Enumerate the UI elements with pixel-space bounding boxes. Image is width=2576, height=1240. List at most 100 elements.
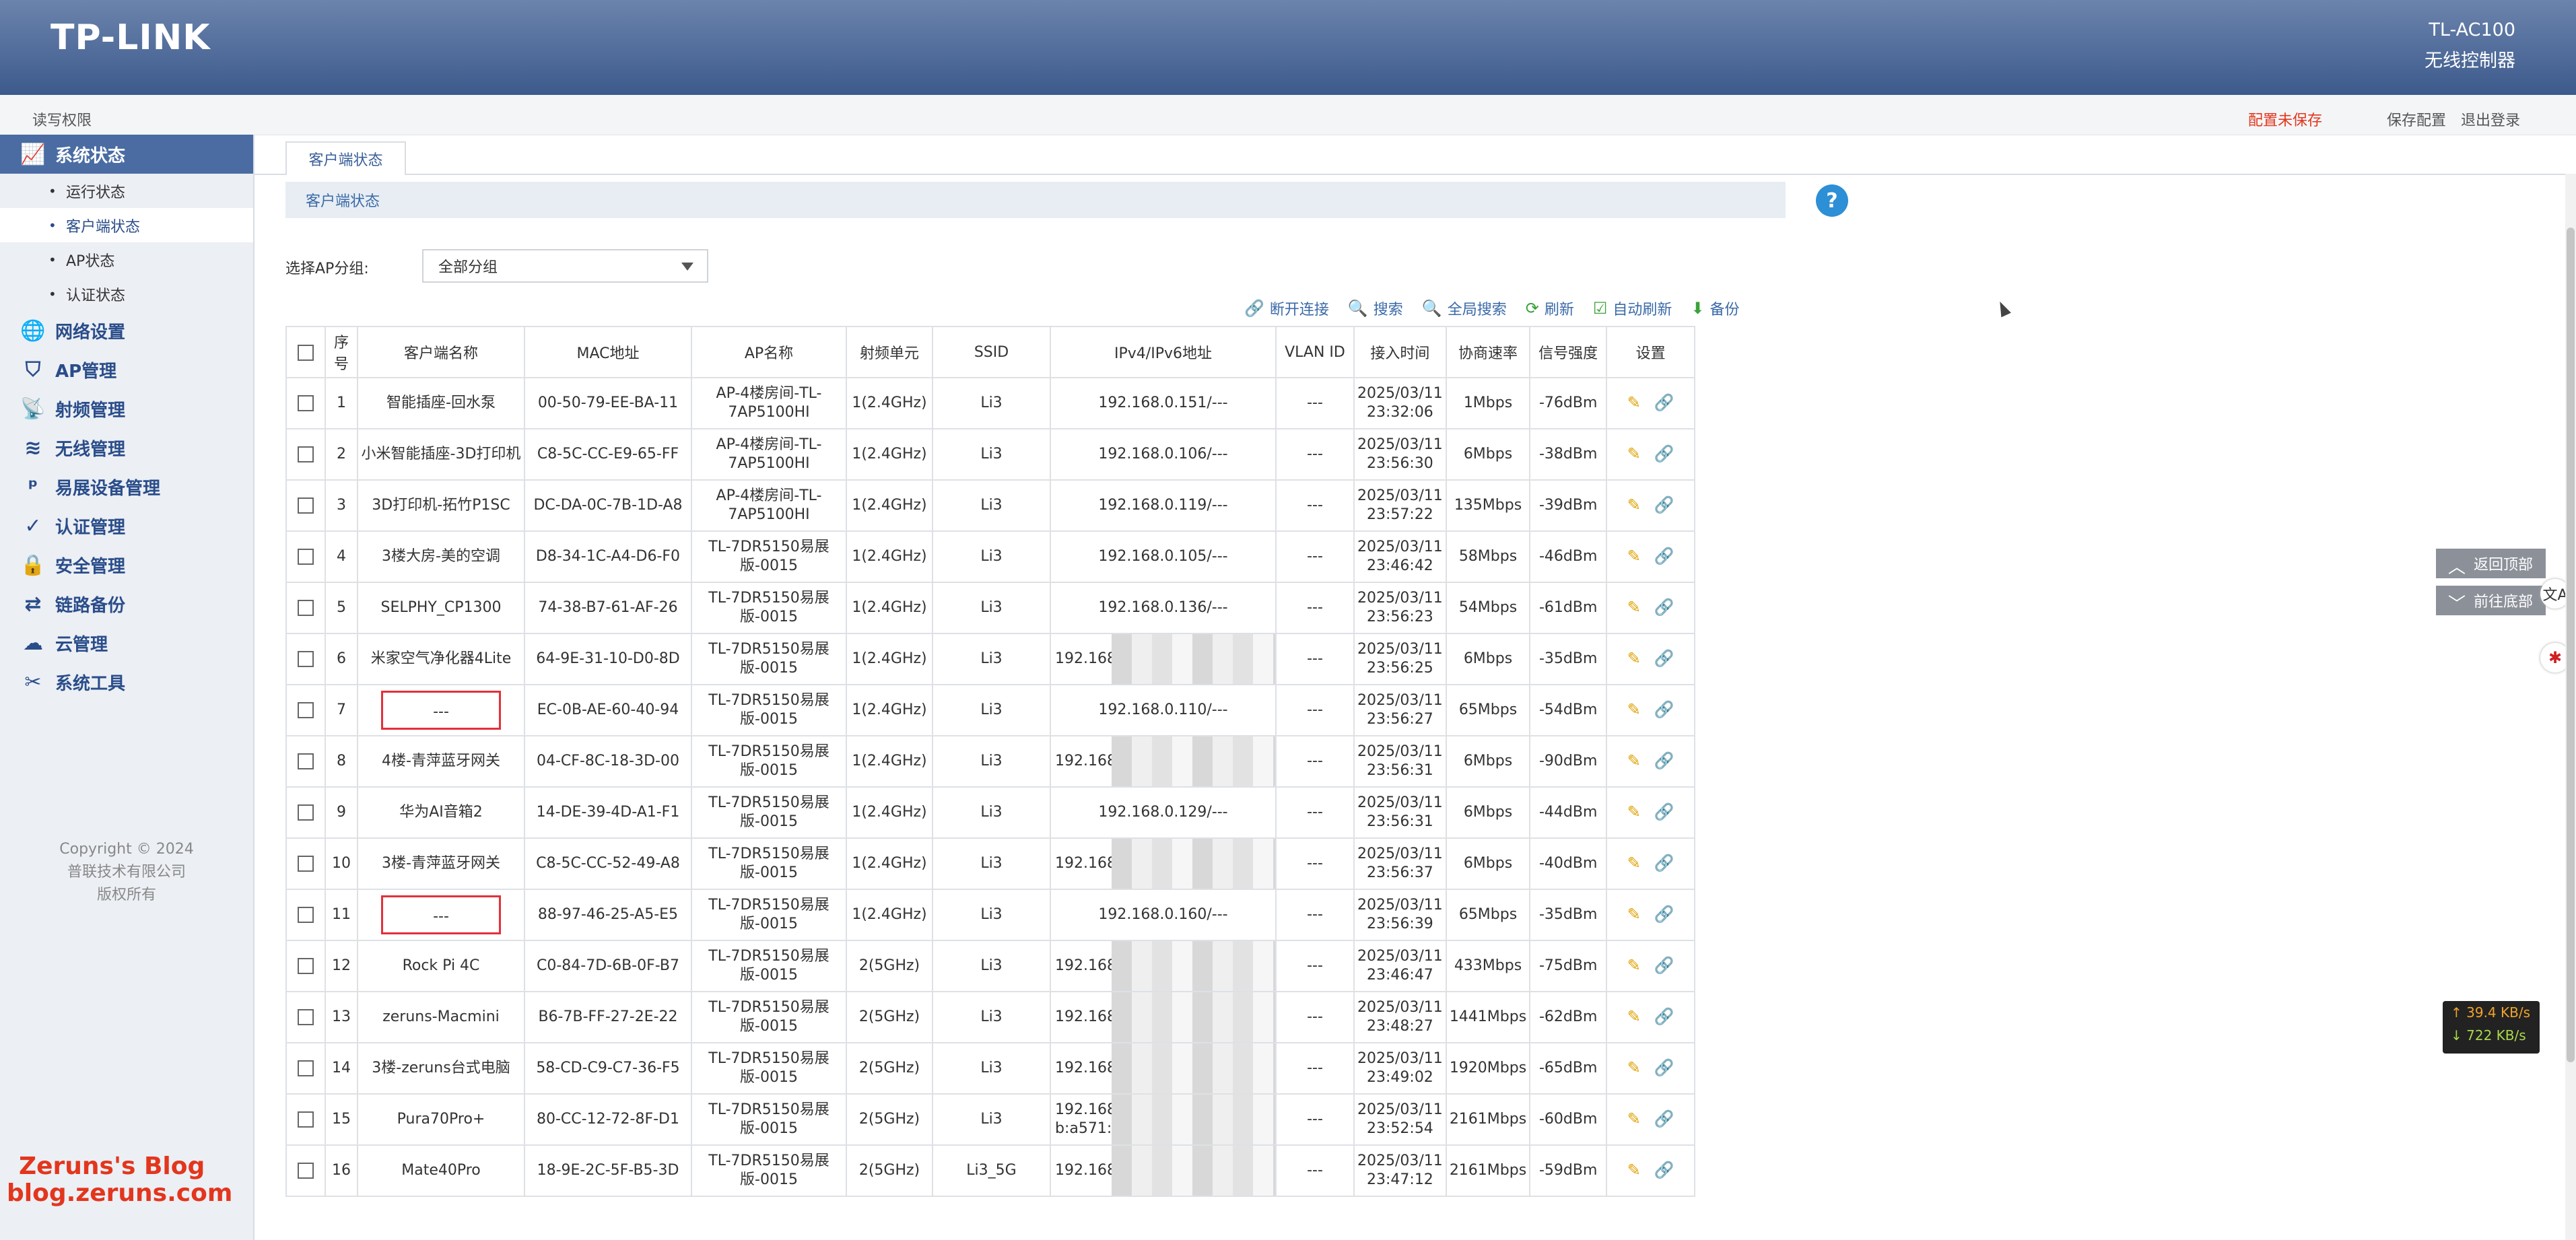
edit-icon[interactable]: ✎ [1627,1109,1641,1128]
row-checkbox[interactable] [285,582,326,634]
table-row: 3 3D打印机-拓竹P1SC DC-DA-0C-7B-1D-A8 AP-4楼房间-TL… [285,479,1696,532]
sidebar-item-system-status[interactable]: 📈 系统状态 [0,135,253,174]
scrollbar-thumb[interactable] [2567,228,2575,1062]
sidebar-item-label: 射频管理 [55,400,126,421]
disconnect-link-icon[interactable]: 🔗 [1654,905,1674,924]
edit-icon[interactable]: ✎ [1627,1058,1641,1077]
edit-icon[interactable]: ✎ [1627,1007,1641,1026]
ssid: Li3 [932,377,1051,429]
edit-icon[interactable]: ✎ [1627,802,1641,821]
chevron-up-icon: ︿ [2448,557,2466,578]
edit-icon[interactable]: ✎ [1627,905,1641,924]
edit-icon[interactable]: ✎ [1627,700,1641,719]
disconnect-link-icon[interactable]: 🔗 [1654,1109,1674,1128]
edit-icon[interactable]: ✎ [1627,598,1641,617]
signal-strength: -76dBm [1529,377,1608,429]
row-checkbox[interactable] [285,377,326,429]
disconnect-link-icon[interactable]: 🔗 [1654,802,1674,821]
disconnect-link-icon[interactable]: 🔗 [1654,751,1674,770]
sidebar-subitem-auth-status[interactable]: 认证状态 [0,277,253,311]
row-number: 4 [325,530,358,583]
row-checkbox[interactable] [285,684,326,736]
sidebar-item-security[interactable]: 🔒 安全管理 [0,545,253,584]
row-checkbox[interactable] [285,1144,326,1197]
column-header: 信号强度 [1529,326,1608,378]
page-scrollbar[interactable] [2565,174,2576,1240]
sidebar-item-network[interactable]: 🌐 网络设置 [0,311,253,350]
sidebar-item-auth[interactable]: ✓ 认证管理 [0,506,253,545]
disconnect-link-icon[interactable]: 🔗 [1654,956,1674,975]
ap-group-select[interactable]: 全部分组 [422,249,708,283]
disconnect-link-icon[interactable]: 🔗 [1654,393,1674,412]
disconnect-link-icon[interactable]: 🔗 [1654,700,1674,719]
chevron-down-icon [681,263,693,271]
edit-icon[interactable]: ✎ [1627,444,1641,463]
edit-icon[interactable]: ✎ [1627,956,1641,975]
sidebar-item-cloud[interactable]: ☁ 云管理 [0,623,253,662]
unsaved-config-link[interactable]: 配置未保存 [2248,108,2322,130]
ap-group-label: 选择AP分组: [285,261,369,277]
edit-icon[interactable]: ✎ [1627,751,1641,770]
edit-icon[interactable]: ✎ [1627,1161,1641,1179]
help-icon[interactable]: ? [1816,184,1848,217]
go-to-bottom-button[interactable]: ﹀ 前往底部 [2436,586,2546,615]
row-checkbox[interactable] [285,991,326,1043]
disconnect-link-icon[interactable]: 🔗 [1654,854,1674,872]
global-search-button[interactable]: 🔍 全局搜索 [1422,298,1507,319]
row-checkbox[interactable] [285,889,326,941]
mac-address: C8-5C-CC-E9-65-FF [524,428,692,481]
disconnect-link-icon[interactable]: 🔗 [1654,547,1674,565]
row-checkbox[interactable] [285,1093,326,1146]
edit-icon[interactable]: ✎ [1627,495,1641,514]
disconnect-link-icon[interactable]: 🔗 [1654,495,1674,514]
disconnect-link-icon[interactable]: 🔗 [1654,649,1674,668]
edit-icon[interactable]: ✎ [1627,547,1641,565]
sidebar-item-wireless[interactable]: ≋ 无线管理 [0,428,253,467]
row-checkbox[interactable] [285,1042,326,1095]
save-config-link[interactable]: 保存配置 [2387,108,2446,130]
highlighted-client-name: --- [381,691,501,730]
client-name: SELPHY_CP1300 [357,582,525,634]
row-checkbox[interactable] [285,428,326,481]
row-settings: ✎ 🔗 [1606,735,1696,788]
disconnect-link-icon[interactable]: 🔗 [1654,1161,1674,1179]
row-checkbox[interactable] [285,940,326,992]
edit-icon[interactable]: ✎ [1627,649,1641,668]
sidebar-item-tools[interactable]: ✂ 系统工具 [0,662,253,701]
disconnect-link-icon[interactable]: 🔗 [1654,444,1674,463]
sidebar: 📈 系统状态 运行状态 客户端状态 AP状态 认证状态 🌐网络设置 ⛉AP管理 … [0,135,255,1240]
client-name: 米家空气净化器4Lite [357,633,525,685]
search-button[interactable]: 🔍 搜索 [1348,298,1403,319]
row-checkbox[interactable] [285,479,326,532]
sidebar-item-link-backup[interactable]: ⇄ 链路备份 [0,584,253,623]
disconnect-link-icon[interactable]: 🔗 [1654,1007,1674,1026]
sidebar-subitem-client-status[interactable]: 客户端状态 [0,208,253,242]
edit-icon[interactable]: ✎ [1627,854,1641,872]
sidebar-item-radio[interactable]: 📡 射频管理 [0,389,253,428]
checkbox-icon [298,600,314,616]
sidebar-item-mesh[interactable]: ᵖ 易展设备管理 [0,467,253,506]
row-checkbox[interactable] [285,633,326,685]
logout-link[interactable]: 退出登录 [2461,108,2520,130]
auto-refresh-button[interactable]: ☑ 自动刷新 [1593,298,1672,319]
back-to-top-button[interactable]: ︿ 返回顶部 [2436,549,2546,578]
row-checkbox[interactable] [285,735,326,788]
row-checkbox[interactable] [285,837,326,890]
disconnect-link-icon[interactable]: 🔗 [1654,1058,1674,1077]
sidebar-subitem-ap-status[interactable]: AP状态 [0,242,253,277]
tab-client-status[interactable]: 客户端状态 [285,141,406,175]
sidebar-subitem-running-status[interactable]: 运行状态 [0,174,253,208]
backup-button[interactable]: ⬇ 备份 [1691,298,1739,319]
refresh-button[interactable]: ⟳ 刷新 [1526,298,1574,319]
select-all-checkbox[interactable] [285,326,326,378]
row-settings: ✎ 🔗 [1606,991,1696,1043]
shuffle-icon: ⇄ [24,592,42,616]
row-checkbox[interactable] [285,530,326,583]
disconnect-button[interactable]: 🔗 断开连接 [1244,298,1329,319]
sidebar-subitem-label: AP状态 [66,252,115,270]
sidebar-item-ap[interactable]: ⛉ AP管理 [0,350,253,389]
row-checkbox[interactable] [285,786,326,839]
access-time: 2025/03/11 23:46:47 [1353,940,1447,992]
edit-icon[interactable]: ✎ [1627,393,1641,412]
disconnect-link-icon[interactable]: 🔗 [1654,598,1674,617]
